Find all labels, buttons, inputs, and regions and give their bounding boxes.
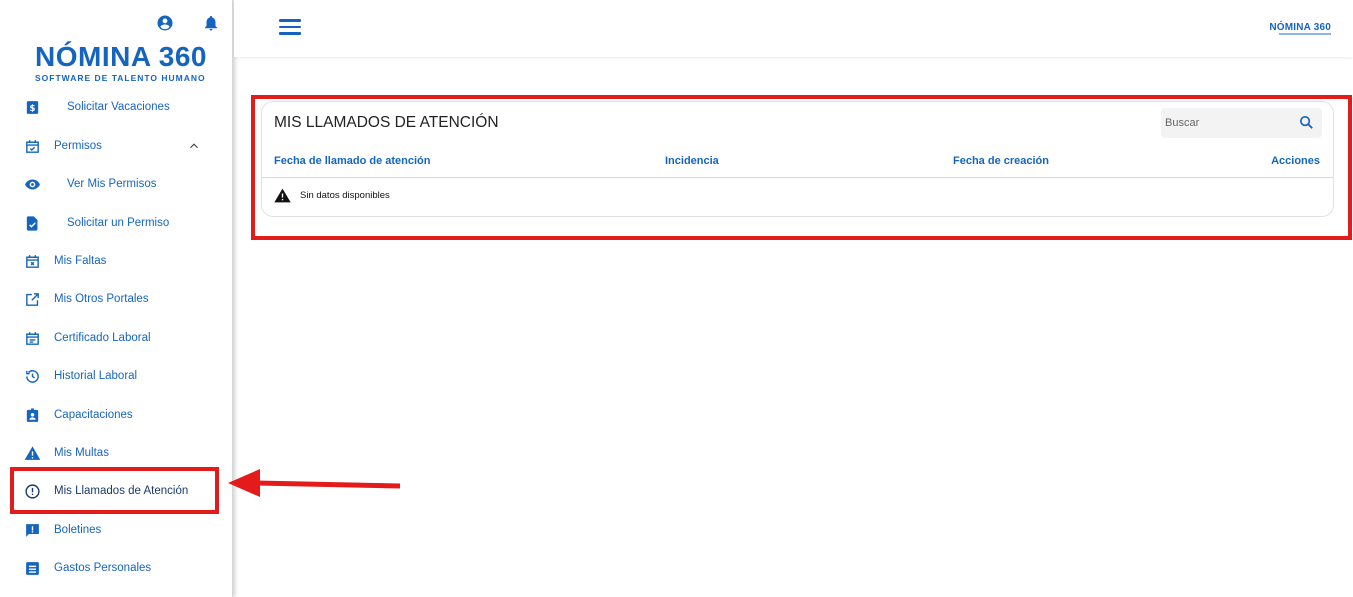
sidebar-item-label: Boletines — [54, 524, 102, 536]
sidebar-item-label: Solicitar un Permiso — [67, 217, 170, 229]
column-header-fecha-llamado[interactable]: Fecha de llamado de atención — [274, 155, 431, 167]
header-brand-underline — [1279, 33, 1331, 35]
warning-icon — [24, 445, 41, 462]
search-box — [1161, 108, 1322, 138]
list-box-icon — [24, 560, 41, 577]
sidebar-item-mis-faltas[interactable]: Mis Faltas — [0, 242, 232, 280]
sidebar-item-label: Solicitar Vacaciones — [67, 101, 170, 113]
column-header-fecha-creacion[interactable]: Fecha de creación — [953, 155, 1049, 167]
eye-icon — [24, 176, 41, 193]
brand-logo: NÓMINA 360 SOFTWARE DE TALENTO HUMANO — [35, 41, 208, 84]
sidebar-item-label: Mis Faltas — [54, 255, 107, 267]
sidebar-item-label: Gastos Personales — [54, 562, 152, 574]
column-header-incidencia[interactable]: Incidencia — [665, 155, 719, 167]
sidebar-item-gastos-personales[interactable]: Gastos Personales — [0, 549, 232, 587]
sidebar-item-label: Mis Multas — [54, 447, 109, 459]
sidebar-item-certificado-laboral[interactable]: Certificado Laboral — [0, 319, 232, 357]
svg-text:$: $ — [30, 104, 36, 114]
sidebar-item-capacitaciones[interactable]: Capacitaciones — [0, 396, 232, 434]
sidebar-item-label: Certificado Laboral — [54, 332, 151, 344]
calendar-x-icon — [24, 253, 41, 270]
calendar-text-icon — [24, 330, 41, 347]
llamados-card: MIS LLAMADOS DE ATENCIÓN Fecha de llamad… — [261, 101, 1334, 217]
sidebar-item-label: Capacitaciones — [54, 409, 133, 421]
empty-state-row: Sin datos disponibles — [274, 188, 390, 203]
app-root: NÓMINA 360 SOFTWARE DE TALENTO HUMANO $ … — [0, 0, 1353, 597]
search-icon[interactable] — [1298, 114, 1315, 131]
sidebar-item-label: Permisos — [54, 140, 102, 152]
bell-icon[interactable] — [202, 14, 220, 32]
dollar-doc-icon: $ — [24, 99, 41, 116]
file-check-icon — [24, 215, 41, 232]
feedback-icon — [24, 522, 41, 539]
account-circle-icon[interactable] — [156, 14, 174, 32]
sidebar-item-solicitar-permiso[interactable]: Solicitar un Permiso — [0, 204, 232, 242]
page-title: MIS LLAMADOS DE ATENCIÓN — [274, 114, 499, 131]
column-header-acciones[interactable]: Acciones — [1271, 155, 1320, 167]
menu-hamburger-icon[interactable] — [279, 19, 301, 37]
logo-main-text: NÓMINA 360 — [35, 41, 208, 72]
sidebar-item-label: Mis Otros Portales — [54, 293, 149, 305]
warning-icon — [274, 188, 291, 203]
badge-icon — [24, 407, 41, 424]
table-header: Fecha de llamado de atención Incidencia … — [262, 152, 1333, 178]
header-brand: NÓMINA 360 — [1269, 22, 1331, 33]
external-link-icon — [24, 291, 41, 308]
sidebar-header: NÓMINA 360 SOFTWARE DE TALENTO HUMANO — [0, 0, 232, 98]
chevron-up-icon[interactable] — [187, 139, 201, 153]
sidebar-item-boletines[interactable]: Boletines — [0, 511, 232, 549]
sidebar-item-label: Ver Mis Permisos — [67, 178, 157, 190]
sidebar-item-solicitar-vacaciones[interactable]: $ Solicitar Vacaciones — [0, 88, 232, 126]
sidebar-item-permisos[interactable]: Permisos — [0, 127, 232, 165]
search-input[interactable] — [1165, 112, 1285, 134]
sidebar-item-ver-mis-permisos[interactable]: Ver Mis Permisos — [0, 165, 232, 203]
logo-sub-text: SOFTWARE DE TALENTO HUMANO — [35, 73, 206, 83]
sidebar-item-label: Historial Laboral — [54, 370, 138, 382]
top-bar: NÓMINA 360 — [234, 0, 1353, 57]
annotation-highlight-sidebar — [10, 467, 219, 514]
sidebar-item-historial-laboral[interactable]: Historial Laboral — [0, 357, 232, 395]
empty-state-text: Sin datos disponibles — [300, 190, 390, 201]
history-icon — [24, 368, 41, 385]
calendar-check-icon — [24, 138, 41, 155]
sidebar-top-icons — [156, 14, 220, 32]
annotation-arrow-icon — [228, 469, 401, 497]
sidebar-item-mis-otros-portales[interactable]: Mis Otros Portales — [0, 280, 232, 318]
